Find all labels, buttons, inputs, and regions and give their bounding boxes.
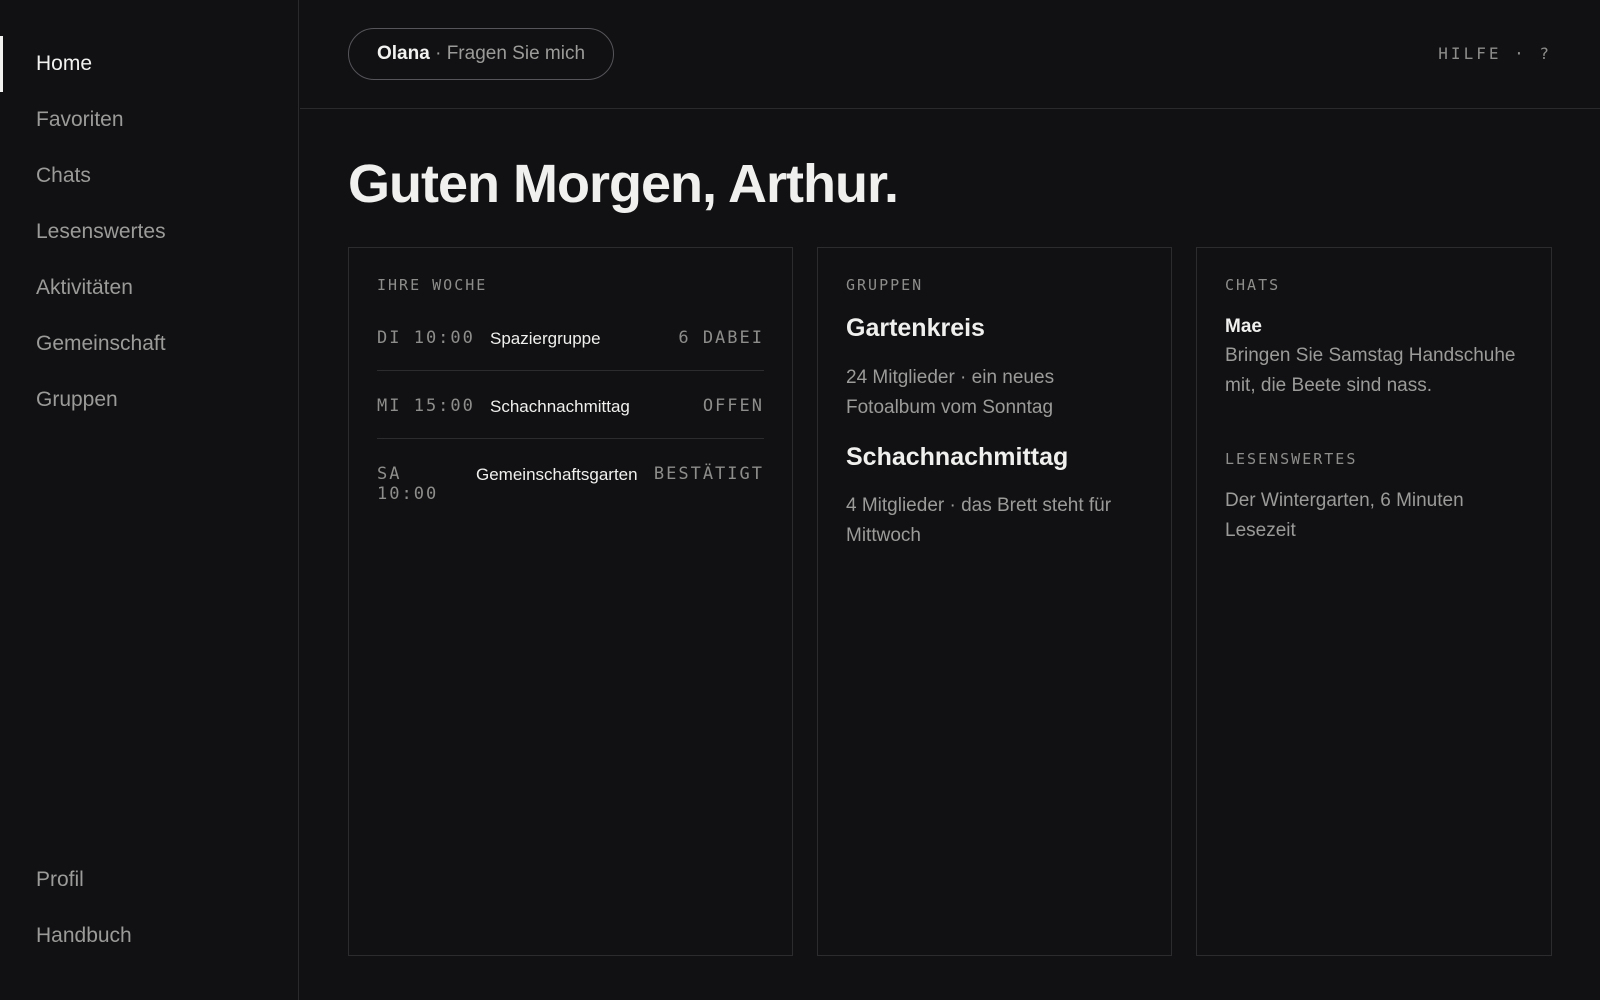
reading-item[interactable]: Der Wintergarten, 6 Minuten Lesezeit xyxy=(1225,486,1525,546)
event-time: DI 10:00 xyxy=(377,328,475,348)
reading-label: LESENSWERTES xyxy=(1225,450,1358,468)
sidebar-item-favoriten[interactable]: Favoriten xyxy=(0,92,299,148)
groups-card: GRUPPEN Gartenkreis 24 Mitglieder · ein … xyxy=(817,247,1172,956)
group-name[interactable]: Schachnachmittag xyxy=(846,443,1068,472)
top-bar: Olana · Fragen Sie mich HILFE · ? xyxy=(300,0,1600,109)
sidebar-item-aktivitaeten[interactable]: Aktivitäten xyxy=(0,260,299,316)
sidebar-item-label: Handbuch xyxy=(36,924,132,947)
sidebar-item-handbuch[interactable]: Handbuch xyxy=(0,908,299,964)
sidebar-item-profil[interactable]: Profil xyxy=(0,852,299,908)
event-title: Spaziergruppe xyxy=(490,329,601,348)
week-row[interactable]: SA 10:00 Gemeinschaftsgarten BESTÄTIGT xyxy=(377,464,764,514)
group-name[interactable]: Gartenkreis xyxy=(846,314,985,343)
event-title: Schachnachmittag xyxy=(490,397,630,416)
page-title: Guten Morgen, Arthur. xyxy=(348,154,899,214)
event-title: Gemeinschaftsgarten xyxy=(476,465,638,484)
chats-card-label: CHATS xyxy=(1225,276,1281,294)
week-row[interactable]: DI 10:00 Spaziergruppe 6 DABEI xyxy=(377,328,764,371)
ask-assistant-button[interactable]: Olana · Fragen Sie mich xyxy=(348,28,615,80)
sidebar-item-gruppen[interactable]: Gruppen xyxy=(0,372,299,428)
sidebar-item-label: Gemeinschaft xyxy=(36,332,166,355)
help-link[interactable]: HILFE · ? xyxy=(1438,44,1552,63)
week-card: IHRE WOCHE DI 10:00 Spaziergruppe 6 DABE… xyxy=(348,247,793,956)
chat-message[interactable]: Bringen Sie Samstag Handschuhe mit, die … xyxy=(1225,341,1525,401)
week-card-label: IHRE WOCHE xyxy=(377,276,488,294)
sidebar: Home Favoriten Chats Lesenswertes Aktivi… xyxy=(0,0,299,1000)
week-row[interactable]: MI 15:00 Schachnachmittag OFFEN xyxy=(377,396,764,439)
sidebar-item-home[interactable]: Home xyxy=(0,36,299,92)
event-time: MI 15:00 xyxy=(377,396,475,416)
sidebar-item-label: Chats xyxy=(36,164,91,187)
sidebar-item-label: Lesenswertes xyxy=(36,220,166,243)
groups-card-label: GRUPPEN xyxy=(846,276,924,294)
assistant-name: Olana xyxy=(377,43,430,64)
event-status: OFFEN xyxy=(702,396,764,416)
assistant-prompt: · Fragen Sie mich xyxy=(429,43,586,64)
sidebar-item-label: Profil xyxy=(36,868,84,891)
sidebar-item-gemeinschaft[interactable]: Gemeinschaft xyxy=(0,316,299,372)
sidebar-item-chats[interactable]: Chats xyxy=(0,148,299,204)
sidebar-item-lesenswertes[interactable]: Lesenswertes xyxy=(0,204,299,260)
event-status: BESTÄTIGT xyxy=(653,464,764,484)
group-details: 24 Mitglieder · ein neues Fotoalbum vom … xyxy=(846,367,1055,418)
chat-sender[interactable]: Mae xyxy=(1225,316,1262,338)
group-details: 4 Mitglieder · das Brett steht für Mittw… xyxy=(846,495,1112,546)
event-time: SA 10:00 xyxy=(377,464,439,504)
sidebar-item-label: Aktivitäten xyxy=(36,276,133,299)
sidebar-item-label: Home xyxy=(36,52,93,75)
sidebar-item-label: Gruppen xyxy=(36,388,118,411)
sidebar-item-label: Favoriten xyxy=(36,108,124,131)
event-status: 6 DABEI xyxy=(678,328,764,348)
chats-card: CHATS Mae Bringen Sie Samstag Handschuhe… xyxy=(1196,247,1552,956)
